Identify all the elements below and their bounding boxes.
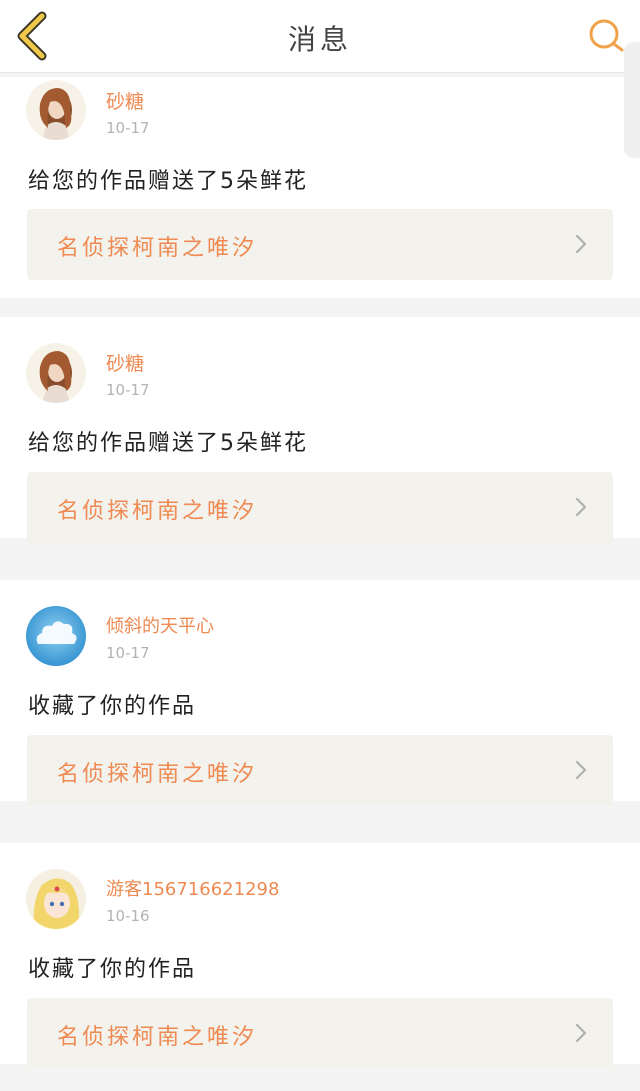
search-button[interactable] [586, 16, 626, 56]
message-date: 10-17 [106, 381, 150, 399]
top-navigation-bar: 消息 [0, 0, 640, 73]
chevron-right-icon [575, 1023, 587, 1043]
notification-card: 游客15671662129​8 10-16 收藏了你的作品 名侦探柯南之唯汐 [0, 843, 640, 1069]
notification-card: 砂糖 10-17 给您的作品赠送了5朵鲜花 名侦探柯南之唯汐 [0, 317, 640, 543]
work-title: 名侦探柯南之唯汐 [57, 1025, 258, 1050]
username[interactable]: 游客15671662129​8 [106, 875, 279, 901]
scroll-handle[interactable] [624, 42, 640, 158]
message-date: 10-17 [106, 644, 150, 662]
work-link[interactable]: 名侦探柯南之唯汐 [27, 209, 613, 280]
notification-message: 收藏了你的作品 [28, 694, 197, 719]
work-link[interactable]: 名侦探柯南之唯汐 [27, 472, 613, 543]
notification-card: 砂糖 10-17 给您的作品赠送了5朵鲜花 名侦探柯南之唯汐 [0, 77, 640, 298]
search-icon [589, 19, 624, 52]
avatar[interactable] [26, 343, 86, 403]
work-title: 名侦探柯南之唯汐 [57, 499, 258, 524]
work-title: 名侦探柯南之唯汐 [57, 236, 258, 261]
avatar[interactable] [26, 80, 86, 140]
avatar[interactable] [26, 869, 86, 929]
message-date: 10-16 [106, 907, 150, 925]
work-link[interactable]: 名侦探柯南之唯汐 [27, 998, 613, 1069]
username[interactable]: 砂糖 [106, 349, 144, 376]
avatar[interactable] [26, 606, 86, 666]
username[interactable]: 砂糖 [106, 87, 144, 114]
work-link[interactable]: 名侦探柯南之唯汐 [27, 735, 613, 806]
notification-message: 收藏了你的作品 [28, 957, 197, 982]
notification-card: 倾斜的天平心 10-17 收藏了你的作品 名侦探柯南之唯汐 [0, 580, 640, 806]
chevron-right-icon [575, 760, 587, 780]
username[interactable]: 倾斜的天平心 [106, 612, 214, 638]
notification-message: 给您的作品赠送了5朵鲜花 [28, 431, 308, 456]
chevron-right-icon [575, 234, 587, 254]
notification-message: 给您的作品赠送了5朵鲜花 [28, 169, 308, 194]
page-title: 消息 [287, 23, 352, 56]
work-title: 名侦探柯南之唯汐 [57, 762, 258, 787]
message-date: 10-17 [106, 119, 150, 137]
chevron-right-icon [575, 497, 587, 517]
